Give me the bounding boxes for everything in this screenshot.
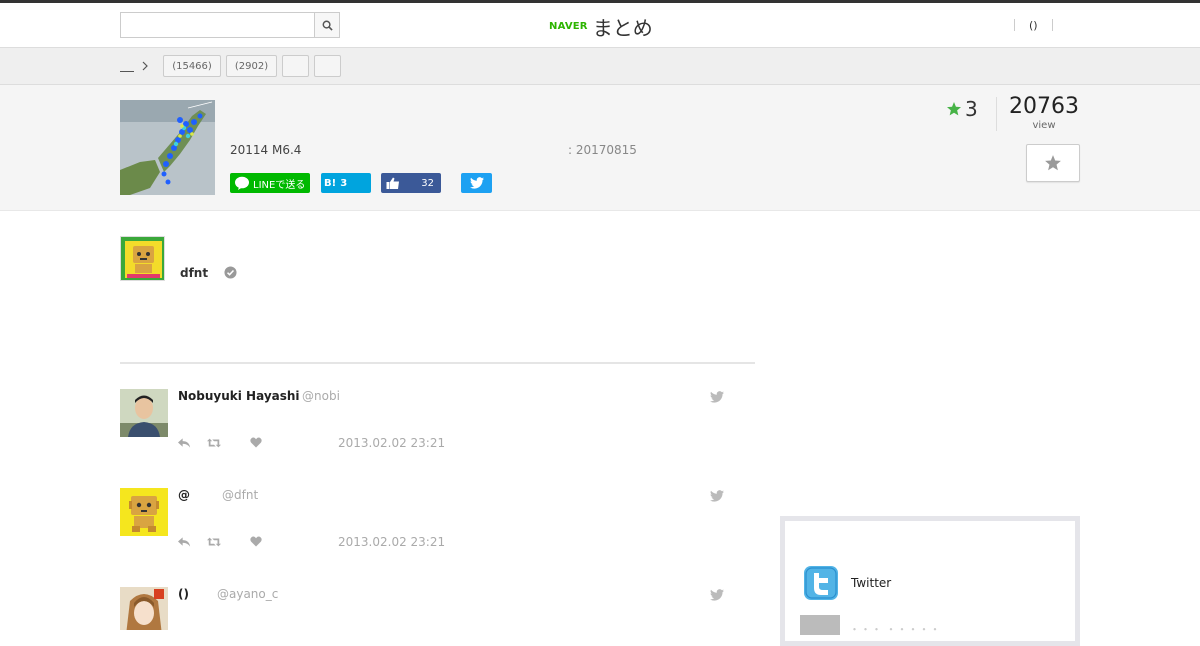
twitter-logo-icon [804,566,838,600]
tweet-user-handle[interactable]: @nobi [302,389,340,403]
sidebar-twitter-label: Twitter [851,576,892,590]
person-avatar-image [120,389,168,437]
breadcrumb-home[interactable] [120,60,134,72]
verified-check-icon [224,266,237,279]
chevron-right-icon [142,61,148,71]
star-icon [947,102,961,116]
tag-category[interactable]: (2902) [226,55,277,77]
tweet-avatar[interactable] [120,389,168,437]
author-name[interactable]: dfnt [180,266,208,280]
logo-naver: NAVER [549,20,588,32]
hatena-label: B! [324,177,337,189]
tag-category[interactable] [314,55,341,77]
tweet-avatar[interactable] [120,587,168,630]
retweet-icon[interactable] [207,437,221,449]
hatena-count: 3 [340,177,348,189]
add-favorite-button[interactable] [1026,144,1080,182]
retweet-icon[interactable] [207,536,221,548]
star-icon [1045,155,1061,171]
stat-divider [996,97,997,131]
facebook-like-button[interactable]: 32 [381,173,441,193]
tweet-user-name[interactable]: @ [178,488,190,502]
tweet-avatar[interactable] [120,488,168,536]
updated-date: : 20170815 [568,143,637,157]
line-share-button[interactable]: LINEで送る [230,173,310,193]
sidebar-widget: Twitter ・・・ ・・・・・ [780,516,1080,646]
matome-summary: 20114 M6.4 : 20170815 LINEで送る B! 3 32 3 … [0,85,1200,211]
summary-thumbnail[interactable] [120,100,215,195]
category-bar: (15466) (2902) [0,48,1200,85]
facebook-count: 32 [421,177,434,189]
favorites-count: 3 [965,97,978,121]
tweet-item: @ @dfnt 2013.02.02 23:21 [120,488,730,578]
author-avatar[interactable] [120,236,165,281]
views-stat: 20763 view [1006,94,1082,131]
twitter-bird-icon[interactable] [710,490,724,502]
tweet-item: Nobuyuki Hayashi @nobi 2013.02.02 23:21 [120,389,730,479]
twitter-share-button[interactable] [461,173,492,193]
line-share-label: LINEで送る [253,179,306,191]
search-input[interactable] [121,13,315,37]
site-header: NAVER まとめ () [0,3,1200,48]
reply-icon[interactable] [178,437,191,449]
tweet-user-handle[interactable]: @dfnt [222,488,258,502]
header-user-menu: () [1014,18,1053,32]
favorites-stat: 3 [946,97,978,121]
tag-category[interactable] [282,55,309,77]
search-box [120,12,340,38]
tweet-user-name[interactable]: Nobuyuki Hayashi [178,389,300,403]
heart-icon[interactable] [250,437,262,448]
tweet-user-name[interactable]: () [178,587,189,601]
tweet-timestamp[interactable]: 2013.02.02 23:21 [338,436,445,450]
line-icon [235,176,249,190]
reply-icon[interactable] [178,536,191,548]
thumbs-up-icon [386,177,399,189]
tweet-user-handle[interactable]: @ayano_c [217,587,278,601]
search-icon [322,20,333,31]
hatena-bookmark-button[interactable]: B! 3 [321,173,371,193]
twitter-bird-icon[interactable] [710,589,724,601]
robot-avatar-image [120,488,168,536]
user-menu-link[interactable]: () [1015,19,1052,32]
search-button[interactable] [314,13,339,37]
header-divider [1051,19,1053,31]
sidebar-thumbnail[interactable] [800,615,840,635]
tag-category[interactable]: (15466) [163,55,221,77]
heart-icon[interactable] [250,536,262,547]
anime-avatar-image [120,587,168,630]
robot-avatar-image [121,237,164,280]
twitter-bird-icon [469,177,484,189]
tweet-item: () @ayano_c [120,587,730,630]
tweet-timestamp[interactable]: 2013.02.02 23:21 [338,535,445,549]
views-label: view [1032,120,1056,131]
site-logo[interactable]: NAVER まとめ [549,11,653,41]
matome-title: 20114 M6.4 [230,143,302,157]
logo-matome: まとめ [592,15,653,40]
twitter-bird-icon[interactable] [710,391,724,403]
earthquake-map-image [120,100,215,195]
sidebar-faded-text: ・・・ ・・・・・ [849,623,941,636]
views-count: 20763 [1009,94,1079,119]
sidebar-twitter-link[interactable]: Twitter [803,563,891,603]
section-divider [120,362,755,364]
